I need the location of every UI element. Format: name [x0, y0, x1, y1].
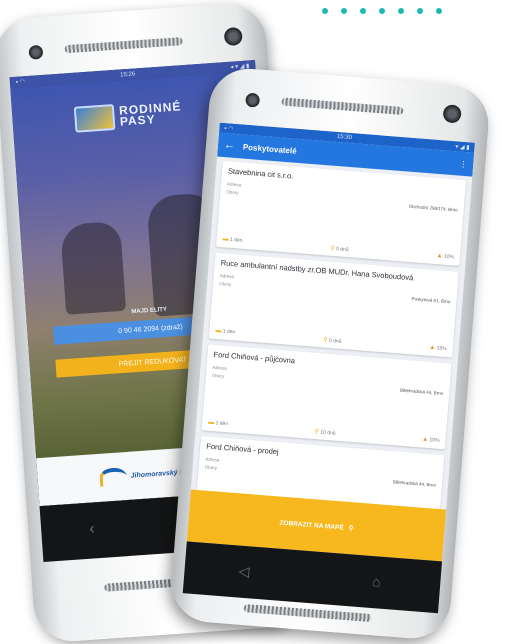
logo-icon	[73, 104, 116, 133]
cta-label: ZOBRAZIT NA MAPĚ	[279, 519, 344, 532]
walker-icon: ⚲	[322, 337, 328, 344]
car-meta: ▬ 1 den	[208, 420, 228, 429]
back-icon[interactable]: ‹	[89, 520, 96, 538]
discount-icon: ▲	[421, 436, 429, 443]
row-label: Adresa	[205, 456, 220, 463]
dot	[417, 8, 423, 14]
status-left-icons: ▪ ◠	[15, 79, 26, 86]
sponsor-text: Jihomoravský k	[130, 468, 184, 480]
status-time: 15:26	[119, 70, 136, 78]
provider-card[interactable]: Ruce ambulantní nadstby zr.OB MUDr. Hana…	[208, 252, 459, 358]
meta-text: 0 dnů	[328, 337, 342, 345]
photo-figure	[59, 220, 127, 315]
provider-card[interactable]: Stavebnina cit s.r.o. Adresa Obory Obchod…	[216, 160, 467, 266]
providers-screen: ▪ ◠ 15:30 ▾ ◢ ▮ ← Poskytovatelé ⋮ Staveb…	[186, 122, 475, 562]
discount-meta: ▲ 10%	[422, 437, 440, 445]
decorative-dots	[322, 8, 442, 14]
row-label: Adresa	[226, 181, 242, 188]
meta-text: 1 den	[229, 236, 243, 244]
map-pin-icon: ⚲	[348, 525, 354, 533]
sensor	[442, 104, 462, 124]
logo-text: RODINNÉ PASY	[118, 99, 182, 129]
time-meta: ⚲ 10 dnů	[314, 428, 336, 437]
time-meta: ⚲ 0 dnů	[323, 336, 342, 344]
discount-meta: ▲ 15%	[429, 345, 447, 353]
car-meta: ▬ 1 den	[215, 328, 235, 337]
provider-card[interactable]: Ford Chiňová - půjčovna Adresa Obory Běle…	[201, 344, 452, 450]
home-icon[interactable]: ⌂	[372, 573, 382, 590]
front-camera	[245, 92, 261, 108]
earpiece-speaker	[281, 97, 404, 115]
earpiece-speaker	[64, 37, 183, 54]
discount-icon: ▲	[429, 344, 436, 352]
dot	[322, 8, 328, 14]
walker-icon: ⚲	[314, 429, 320, 436]
row-label: Obory	[211, 372, 225, 379]
time-meta: ⚲ 0 dnů	[330, 245, 349, 253]
back-arrow-icon[interactable]: ←	[224, 139, 236, 152]
meta-text: 0 dnů	[335, 246, 349, 254]
sensor	[223, 26, 243, 47]
status-time: 15:30	[336, 133, 353, 142]
car-icon: ▬	[207, 419, 215, 427]
more-icon[interactable]: ⋮	[459, 159, 468, 169]
discount-icon: ▲	[436, 253, 443, 260]
meta-text: 10%	[443, 253, 455, 261]
car-icon: ▬	[222, 236, 229, 243]
back-icon[interactable]: ◁	[238, 563, 250, 581]
car-meta: ▬ 1 den	[222, 236, 242, 245]
row-label: Adresa	[219, 273, 235, 280]
row-label: Obory	[226, 189, 239, 196]
dot	[341, 8, 347, 14]
row-label: Obory	[218, 281, 232, 288]
row-label: Adresa	[212, 364, 227, 371]
dot	[360, 8, 366, 14]
bottom-speaker	[243, 604, 372, 623]
meta-text: 1 den	[215, 420, 229, 428]
row-value: Poskytová 61, Brno	[411, 296, 451, 305]
region-logo-icon	[99, 467, 128, 487]
discount-meta: ▲ 10%	[436, 253, 454, 261]
car-icon: ▬	[215, 327, 222, 335]
row-label: Obory	[204, 464, 218, 471]
meta-text: 10 dnů	[320, 429, 336, 437]
dot	[398, 8, 404, 14]
status-icons: ▾ ◢ ▮	[455, 143, 470, 151]
front-camera	[28, 44, 44, 60]
meta-text: 1 den	[222, 328, 236, 336]
row-value: Bělehradská 44, Brno	[399, 387, 444, 396]
dot	[436, 8, 442, 14]
row-value: Bělehradská 44, Brno	[392, 479, 437, 488]
row-value: Obchodní 298/174, Brno	[408, 203, 458, 213]
status-left-icons: ▪ ◠	[224, 125, 234, 133]
walker-icon: ⚲	[330, 245, 335, 253]
meta-text: 15%	[436, 345, 447, 353]
dot	[379, 8, 385, 14]
phone-front: ▪ ◠ 15:30 ▾ ◢ ▮ ← Poskytovatelé ⋮ Staveb…	[168, 65, 492, 642]
provider-list: Stavebnina cit s.r.o. Adresa Obory Obchod…	[194, 160, 467, 547]
meta-text: 10%	[429, 437, 440, 444]
